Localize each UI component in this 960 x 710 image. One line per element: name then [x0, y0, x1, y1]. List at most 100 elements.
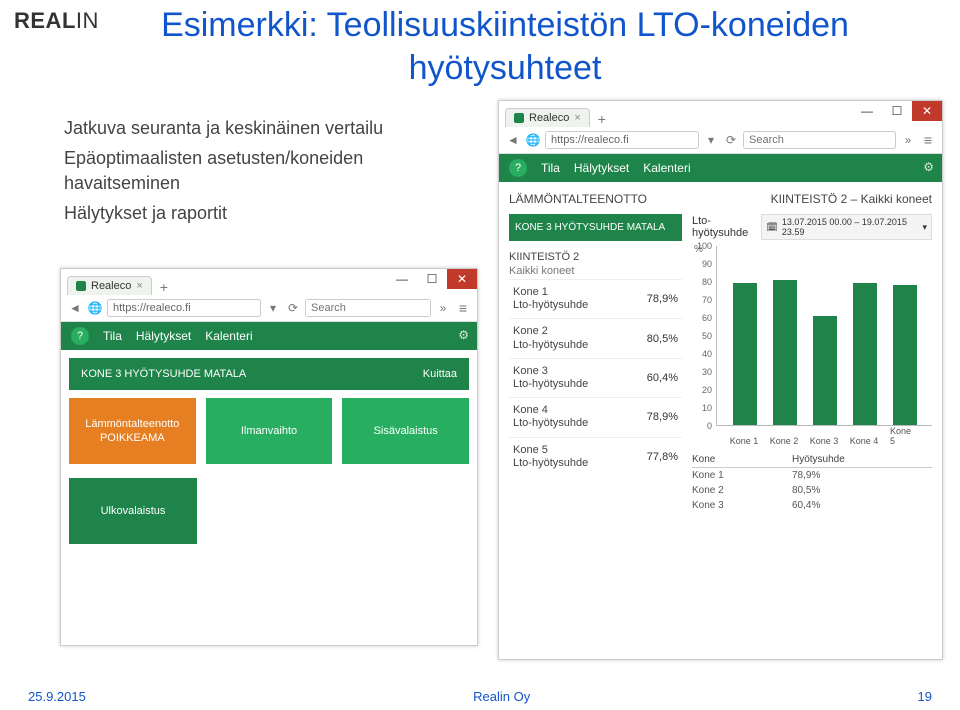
minimize-icon[interactable]: —	[387, 269, 417, 289]
nav-kalenteri[interactable]: Kalenteri	[205, 329, 252, 343]
back-icon[interactable]: ◄	[505, 132, 521, 148]
nav-tila[interactable]: Tila	[541, 161, 560, 175]
chart-bar	[733, 283, 757, 425]
breadcrumb: KIINTEISTÖ 2 – Kaikki koneet	[771, 192, 932, 206]
date-range-picker[interactable]: 🗓 13.07.2015 00.00 – 19.07.2015 23.59 ▾	[761, 214, 932, 240]
tile-sublabel: POIKKEAMA	[100, 431, 165, 445]
tab-label: Realeco	[91, 280, 131, 292]
menu-icon[interactable]: ≡	[455, 300, 471, 316]
list-item[interactable]: Kone 3Lto-hyötysuhde60,4%	[509, 358, 682, 397]
tab-label: Realeco	[529, 112, 569, 124]
browser-tab[interactable]: Realeco ×	[505, 108, 590, 127]
close-icon[interactable]: ×	[136, 280, 142, 292]
tile-sisavalaistus[interactable]: Sisävalaistus	[342, 398, 469, 464]
chart-bar	[773, 280, 797, 425]
table-row: Kone 360,4%	[692, 498, 932, 513]
search-input[interactable]	[305, 299, 431, 317]
alert-banner: KONE 3 HYÖTYSUHDE MATALA Kuittaa	[69, 358, 469, 390]
url-input[interactable]	[545, 131, 699, 149]
nav-halytykset[interactable]: Hälytykset	[136, 329, 191, 343]
dropdown-icon[interactable]: ▾	[265, 300, 281, 316]
close-window-icon[interactable]: ✕	[447, 269, 477, 289]
tile-label: Ilmanvaihto	[241, 424, 297, 438]
bullet-item: Hälytykset ja raportit	[64, 201, 474, 225]
address-bar: ◄ 🌐 ▾ ⟳ » ≡	[61, 295, 477, 322]
x-tick: Kone 4	[850, 436, 879, 446]
list-item[interactable]: Kone 4Lto-hyötysuhde78,9%	[509, 397, 682, 436]
x-tick: Kone 3	[810, 436, 839, 446]
tile-row: Lämmöntalteenotto POIKKEAMA Ilmanvaihto …	[61, 398, 477, 464]
nav-halytykset[interactable]: Hälytykset	[574, 161, 629, 175]
tile-ilmanvaihto[interactable]: Ilmanvaihto	[206, 398, 333, 464]
app-icon: ?	[71, 327, 89, 345]
tile-lto[interactable]: Lämmöntalteenotto POIKKEAMA	[69, 398, 196, 464]
row-value: 77,8%	[647, 451, 678, 463]
list-item[interactable]: Kone 1Lto-hyötysuhde 78,9%	[509, 279, 682, 318]
app-icon: ?	[509, 159, 527, 177]
new-tab-button[interactable]: +	[598, 111, 606, 127]
row-name: Kone 4Lto-hyötysuhde	[513, 404, 588, 430]
row-value: 60,4%	[647, 372, 678, 384]
close-icon[interactable]: ×	[574, 112, 580, 124]
close-window-icon[interactable]: ✕	[912, 101, 942, 121]
list-item[interactable]: Kone 2Lto-hyötysuhde 80,5%	[509, 318, 682, 357]
window-titlebar: Realeco × + — ☐ ✕	[499, 101, 942, 127]
y-tick: 30	[702, 367, 712, 377]
more-icon[interactable]: »	[900, 132, 916, 148]
browser-window-small: Realeco × + — ☐ ✕ ◄ 🌐 ▾ ⟳ » ≡ ? Tila Häl…	[60, 268, 478, 646]
new-tab-button[interactable]: +	[160, 279, 168, 295]
app-navbar: ? Tila Hälytykset Kalenteri ⚙	[499, 154, 942, 182]
footer-date: 25.9.2015	[28, 689, 86, 704]
row-name: Kone 1Lto-hyötysuhde	[513, 286, 588, 312]
settings-icon[interactable]: ⚙	[923, 160, 934, 174]
tile-label: Sisävalaistus	[374, 424, 438, 438]
browser-window-large: Realeco × + — ☐ ✕ ◄ 🌐 ▾ ⟳ » ≡ ? Tila Häl…	[498, 100, 943, 660]
more-icon[interactable]: »	[435, 300, 451, 316]
maximize-icon[interactable]: ☐	[417, 269, 447, 289]
alert-pill[interactable]: KONE 3 HYÖTYSUHDE MATALA	[509, 214, 682, 241]
chart-bar	[893, 285, 917, 425]
search-input[interactable]	[743, 131, 896, 149]
nav-tila[interactable]: Tila	[103, 329, 122, 343]
url-input[interactable]	[107, 299, 261, 317]
maximize-icon[interactable]: ☐	[882, 101, 912, 121]
table-row: Kone 178,9%	[692, 468, 932, 483]
alert-text: KONE 3 HYÖTYSUHDE MATALA	[81, 368, 246, 380]
reload-icon[interactable]: ⟳	[723, 132, 739, 148]
y-tick: 70	[702, 295, 712, 305]
favicon-icon	[76, 281, 86, 291]
row-value: 78,9%	[647, 293, 678, 305]
section-heading: LÄMMÖNTALTEENOTTO	[509, 192, 647, 206]
row-name: Kone 5Lto-hyötysuhde	[513, 444, 588, 470]
summary-table: Kone Hyötysuhde Kone 178,9%Kone 280,5%Ko…	[692, 452, 932, 513]
window-titlebar: Realeco × + — ☐ ✕	[61, 269, 477, 295]
row-name: Kone 2Lto-hyötysuhde	[513, 325, 588, 351]
tile-label: Lämmöntalteenotto	[85, 417, 179, 431]
y-tick: 40	[702, 349, 712, 359]
ack-button[interactable]: Kuittaa	[423, 368, 457, 380]
globe-icon: 🌐	[87, 300, 103, 316]
dropdown-icon[interactable]: ▾	[703, 132, 719, 148]
back-icon[interactable]: ◄	[67, 300, 83, 316]
address-bar: ◄ 🌐 ▾ ⟳ » ≡	[499, 127, 942, 154]
date-range-text: 13.07.2015 00.00 – 19.07.2015 23.59	[782, 217, 919, 237]
browser-tab[interactable]: Realeco ×	[67, 276, 152, 295]
menu-icon[interactable]: ≡	[920, 132, 936, 148]
col-header: Hyötysuhde	[792, 454, 845, 465]
row-value: 80,5%	[647, 333, 678, 345]
slide-footer: 25.9.2015 Realin Oy 19	[0, 689, 960, 704]
list-item[interactable]: Kone 5Lto-hyötysuhde 77,8%	[509, 437, 682, 476]
favicon-icon	[514, 113, 524, 123]
chart-title: Lto-hyötysuhde	[692, 215, 761, 239]
y-tick: 0	[707, 421, 712, 431]
slide-title: Esimerkki: Teollisuuskiinteistön LTO-kon…	[80, 4, 930, 89]
settings-icon[interactable]: ⚙	[458, 328, 469, 342]
minimize-icon[interactable]: —	[852, 101, 882, 121]
nav-kalenteri[interactable]: Kalenteri	[643, 161, 690, 175]
left-panel: KONE 3 HYÖTYSUHDE MATALA KIINTEISTÖ 2 Ka…	[509, 214, 682, 682]
reload-icon[interactable]: ⟳	[285, 300, 301, 316]
chart-bar	[853, 283, 877, 425]
globe-icon: 🌐	[525, 132, 541, 148]
tile-ulkovalaistus[interactable]: Ulkovalaistus	[69, 478, 197, 544]
x-tick: Kone 2	[770, 436, 799, 446]
